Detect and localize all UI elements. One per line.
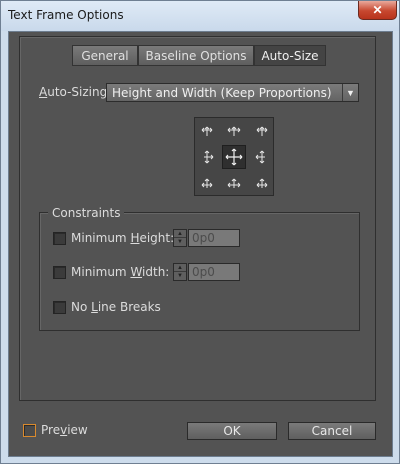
stepper-down-icon[interactable]: ▼: [174, 238, 186, 246]
chevron-down-icon: ▼: [342, 84, 358, 101]
reference-point-grid: [194, 117, 274, 196]
arrows-icon: [256, 126, 268, 136]
auto-sizing-value: Height and Width (Keep Proportions): [112, 86, 332, 100]
arrows-icon: [204, 150, 214, 164]
arrows-icon: [256, 178, 268, 188]
constraints-title: Constraints: [48, 206, 125, 220]
preview-checkbox[interactable]: [23, 424, 36, 437]
min-width-checkbox[interactable]: [53, 266, 66, 279]
min-height-field[interactable]: 0p0: [188, 229, 240, 247]
cancel-button[interactable]: Cancel: [288, 422, 376, 440]
auto-sizing-dropdown[interactable]: Height and Width (Keep Proportions) ▼: [106, 83, 359, 102]
ref-middle-left[interactable]: [199, 149, 215, 165]
arrows-icon: [201, 126, 213, 136]
no-line-breaks-checkbox[interactable]: [53, 301, 66, 314]
close-icon: ✕: [372, 3, 383, 17]
tab-baseline-options[interactable]: Baseline Options: [138, 45, 254, 66]
title-bar[interactable]: Text Frame Options ✕: [1, 1, 399, 31]
window-title: Text Frame Options: [8, 8, 124, 22]
ref-top-right[interactable]: [254, 122, 270, 138]
arrows-icon: [227, 126, 241, 136]
min-height-stepper[interactable]: ▲ ▼: [173, 229, 187, 247]
stepper-up-icon[interactable]: ▲: [174, 230, 186, 238]
auto-sizing-label: Auto-Sizing: [39, 85, 108, 99]
ok-button[interactable]: OK: [187, 422, 277, 440]
min-height-label: Minimum Height:: [71, 231, 175, 245]
preview-label: Preview: [41, 423, 88, 437]
arrows-icon: [201, 178, 213, 188]
stepper-up-icon[interactable]: ▲: [174, 264, 186, 272]
no-line-breaks-label: No Line Breaks: [71, 300, 161, 314]
min-width-label: Minimum Width:: [71, 265, 170, 279]
close-button[interactable]: ✕: [358, 1, 397, 20]
ref-top-left[interactable]: [199, 122, 215, 138]
ref-bottom-right[interactable]: [254, 177, 270, 193]
min-width-stepper[interactable]: ▲ ▼: [173, 263, 187, 281]
tab-auto-size[interactable]: Auto-Size: [254, 45, 326, 66]
min-height-checkbox[interactable]: [53, 232, 66, 245]
ref-bottom-left[interactable]: [199, 177, 215, 193]
ref-top-center[interactable]: [226, 122, 242, 138]
min-width-field[interactable]: 0p0: [188, 263, 240, 281]
ref-middle-right[interactable]: [254, 149, 270, 165]
tab-general[interactable]: General: [72, 45, 138, 66]
ref-center-selected[interactable]: [222, 145, 246, 169]
ref-bottom-center[interactable]: [226, 177, 242, 193]
stepper-down-icon[interactable]: ▼: [174, 272, 186, 280]
move-arrows-icon: [225, 148, 243, 166]
arrows-icon: [255, 150, 265, 164]
arrows-icon: [227, 178, 241, 188]
